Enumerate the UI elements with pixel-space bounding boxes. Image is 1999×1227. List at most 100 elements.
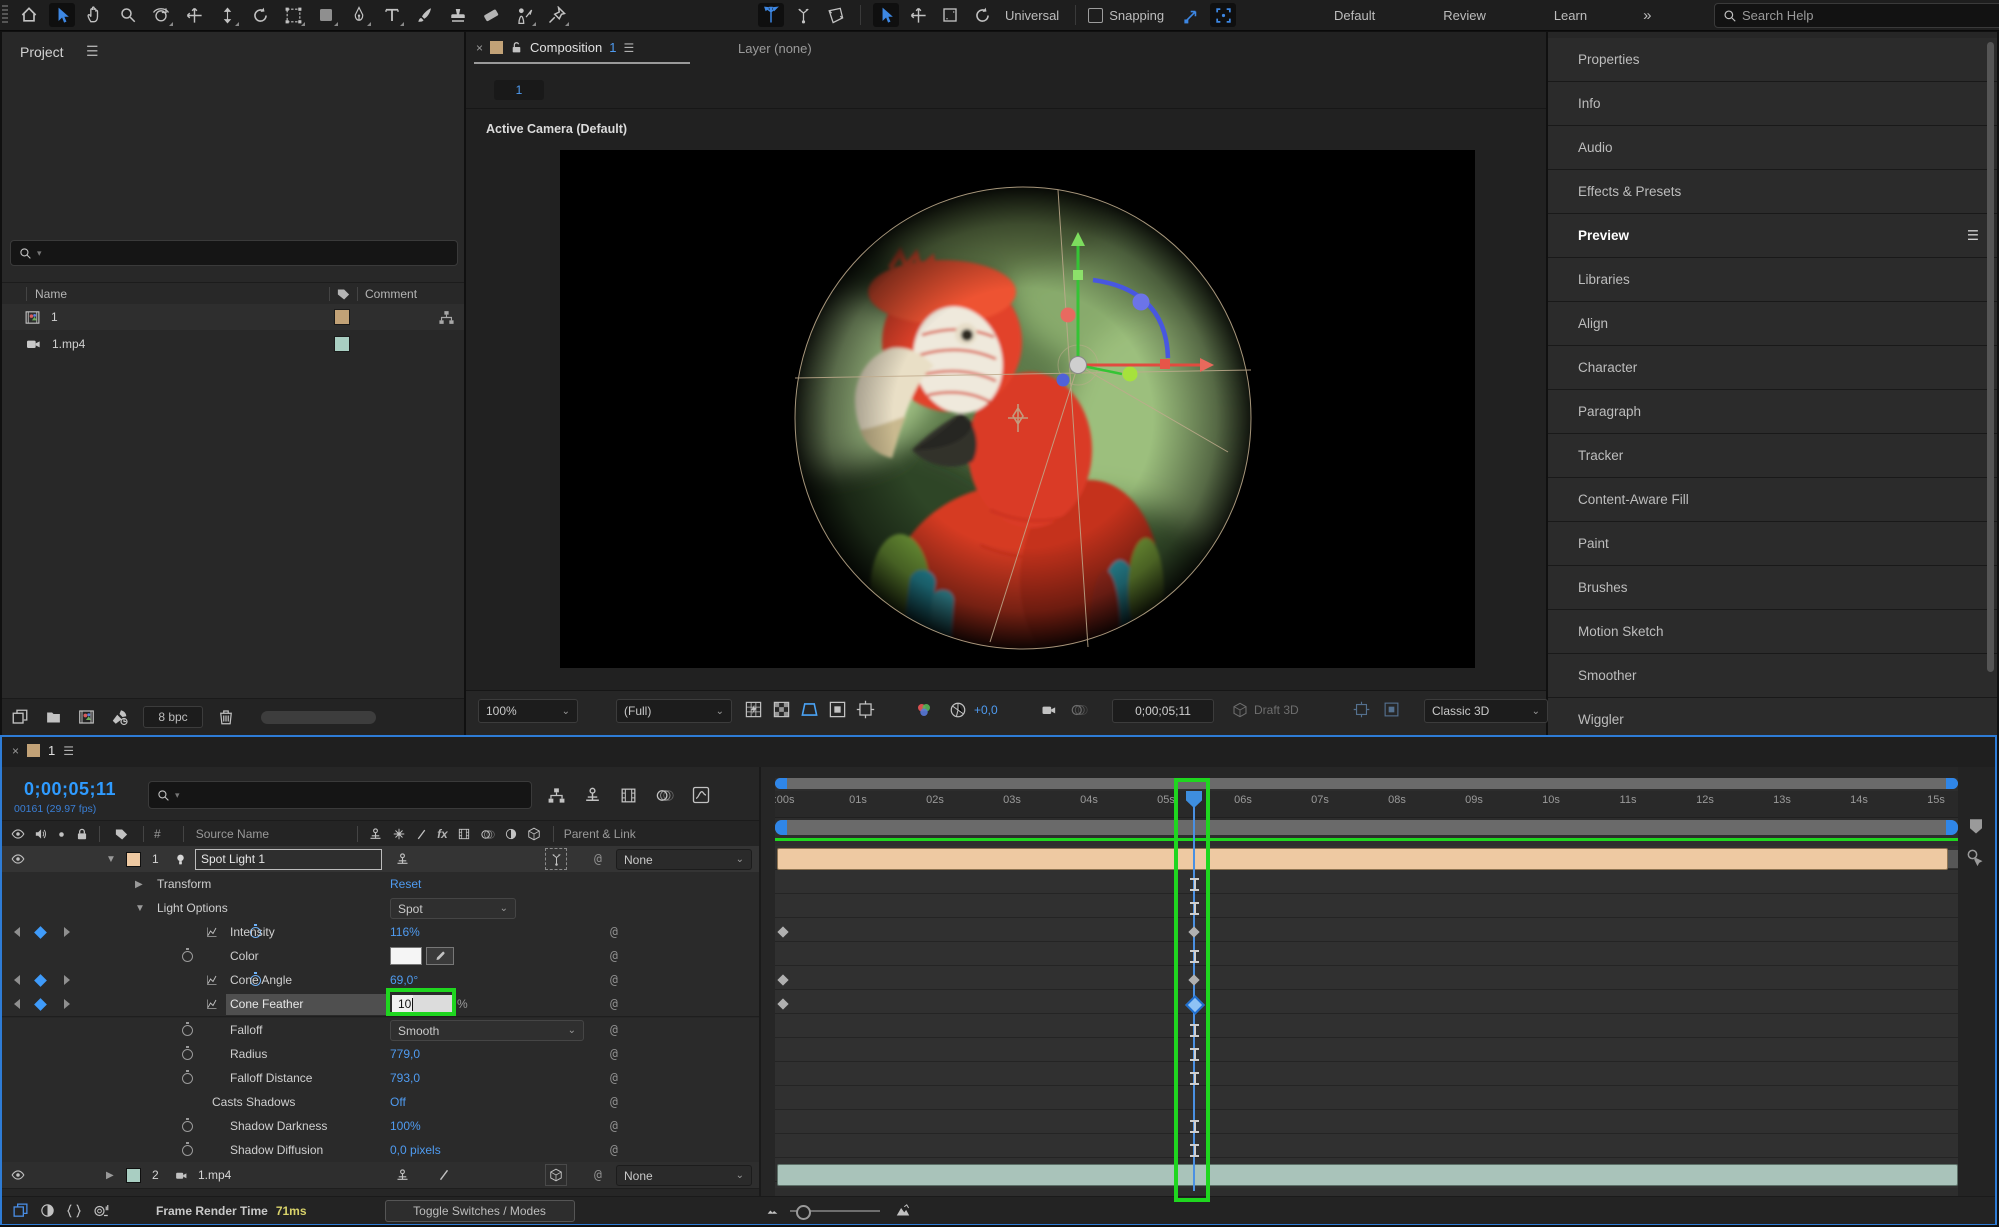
comp-marker-bin-icon[interactable] [1966, 817, 1986, 835]
close-icon[interactable]: × [476, 41, 483, 55]
color-swatch[interactable] [390, 947, 422, 965]
project-search-input[interactable]: ▾ [10, 240, 458, 266]
roto-brush-tool-icon[interactable] [511, 3, 537, 27]
home-icon[interactable] [16, 3, 42, 27]
sidebar-item-character[interactable]: Character [1548, 346, 1997, 390]
sidebar-item-effects-presets[interactable]: Effects & Presets [1548, 170, 1997, 214]
sidebar-item-paragraph[interactable]: Paragraph [1548, 390, 1997, 434]
property-row-transform[interactable]: ▶ Transform Reset [2, 872, 759, 897]
property-pickwhip-icon[interactable]: @ [610, 925, 618, 940]
grid-options-icon[interactable] [744, 700, 763, 719]
navigator-start-handle[interactable] [775, 778, 787, 789]
project-panel-menu-icon[interactable]: ☰ [86, 43, 99, 60]
sidebar-item-align[interactable]: Align [1548, 302, 1997, 346]
label-color-swatch[interactable] [334, 309, 350, 325]
time-ruler[interactable]: 0:00s 01s 02s 03s 04s 05s 06s 07s 08s 09… [775, 791, 1958, 818]
keyframe-toggle-icon[interactable] [34, 974, 47, 987]
transparency-grid-icon[interactable] [772, 700, 791, 719]
property-row-color[interactable]: Color @ [2, 944, 759, 969]
viewer-timecode[interactable]: 0;00;05;11 [1112, 699, 1214, 723]
property-pickwhip-icon[interactable]: @ [610, 1071, 618, 1086]
orbit-camera-tool-icon[interactable] [148, 3, 174, 27]
prev-keyframe-icon[interactable] [14, 999, 20, 1009]
delete-icon[interactable] [217, 708, 235, 726]
layer-name[interactable]: 1.mp4 [198, 1168, 231, 1182]
timeline-graph-area[interactable]: 0:00s 01s 02s 03s 04s 05s 06s 07s 08s 09… [775, 778, 1958, 1196]
sidebar-item-paint[interactable]: Paint [1548, 522, 1997, 566]
composition-viewer[interactable] [560, 150, 1475, 668]
magnification-dropdown[interactable]: 100%⌄ [478, 699, 578, 723]
navigator-end-handle[interactable] [1946, 778, 1958, 789]
next-keyframe-icon[interactable] [64, 999, 70, 1009]
shadow-diffusion-value[interactable]: 0,0 pixels [390, 1143, 441, 1157]
comp-flowchart-icon[interactable] [438, 309, 455, 326]
panel-menu-icon[interactable]: ☰ [63, 744, 74, 758]
sidebar-item-motion-sketch[interactable]: Motion Sketch [1548, 610, 1997, 654]
graph-toggle-icon[interactable] [205, 926, 219, 938]
prev-keyframe-icon[interactable] [14, 927, 20, 937]
collapse-chevron-icon[interactable]: ▶ [135, 879, 143, 890]
next-keyframe-icon[interactable] [64, 927, 70, 937]
collapse-switch-icon[interactable] [392, 827, 406, 841]
property-pickwhip-icon[interactable]: @ [610, 1143, 618, 1158]
lock-column-icon[interactable] [75, 827, 89, 841]
workspace-tab-default[interactable]: Default [1320, 8, 1389, 23]
label-color-swatch[interactable] [334, 336, 350, 352]
clone-stamp-tool-icon[interactable] [445, 3, 471, 27]
hide-shy-layers-icon[interactable] [583, 786, 602, 805]
comp-mini-flowchart-icon[interactable] [547, 786, 566, 805]
video-column-eye-icon[interactable] [10, 827, 26, 841]
label-column-tag-icon[interactable] [114, 827, 129, 842]
parent-link-dropdown[interactable]: None⌄ [616, 849, 752, 870]
project-panel-title[interactable]: Project [20, 44, 64, 60]
parent-link-dropdown[interactable]: None⌄ [616, 1165, 752, 1186]
light-type-dropdown[interactable]: Spot⌄ [390, 898, 516, 919]
graph-toggle-icon[interactable] [205, 974, 219, 986]
column-parent-link[interactable]: Parent & Link [564, 827, 636, 841]
property-pickwhip-icon[interactable]: @ [610, 1047, 618, 1062]
label-column-tag-icon[interactable] [336, 287, 351, 302]
parent-pickwhip-icon[interactable]: @ [594, 852, 602, 867]
position-gizmo-icon[interactable] [905, 3, 931, 27]
keyframe-toggle-icon[interactable] [34, 926, 47, 939]
layer-tab[interactable]: Layer (none) [738, 41, 812, 56]
zoom-slider-thumb[interactable] [796, 1205, 811, 1220]
layer-name-selected[interactable]: Spot Light 1 [195, 849, 382, 870]
show-snapshot-icon[interactable] [1070, 701, 1088, 719]
shy-switch-icon[interactable] [368, 827, 383, 842]
new-composition-icon[interactable] [77, 708, 96, 726]
mask-visibility-icon[interactable] [828, 700, 847, 719]
snapshot-camera-icon[interactable] [1039, 702, 1058, 718]
property-pickwhip-icon[interactable]: @ [610, 949, 618, 964]
property-pickwhip-icon[interactable]: @ [610, 1095, 618, 1110]
property-row-cone-angle[interactable]: Cone Angle 69,0° @ [2, 968, 759, 993]
selection-tool-icon[interactable] [49, 3, 75, 27]
universal-gizmo-select-icon[interactable] [873, 3, 899, 27]
expand-in-out-icon[interactable] [66, 1203, 82, 1219]
stopwatch-icon[interactable] [182, 1121, 193, 1132]
pen-tool-icon[interactable] [346, 3, 372, 27]
expand-layer-switches-icon[interactable] [12, 1202, 29, 1219]
render-engine-icon[interactable] [110, 708, 129, 726]
quality-switch-icon[interactable] [437, 1168, 451, 1182]
snap-guides-icon[interactable] [1178, 3, 1204, 27]
casts-shadows-value[interactable]: Off [390, 1095, 406, 1109]
property-row-cone-feather[interactable]: Cone Feather 10 % @ [2, 992, 759, 1017]
column-hash[interactable]: # [154, 827, 161, 841]
sidebar-item-smoother[interactable]: Smoother [1548, 654, 1997, 698]
layer-visibility-eye-icon[interactable] [10, 1168, 26, 1182]
camera-region-tool-icon[interactable] [280, 3, 306, 27]
radius-value[interactable]: 779,0 [390, 1047, 420, 1061]
stopwatch-icon[interactable] [182, 1073, 193, 1084]
layer-visibility-eye-icon[interactable] [10, 852, 26, 866]
workspace-overflow-chevrons[interactable]: » [1629, 7, 1665, 24]
shy-layer-icon[interactable] [395, 1168, 410, 1183]
split-view-icon[interactable] [1352, 701, 1371, 718]
next-keyframe-icon[interactable] [64, 975, 70, 985]
falloff-dropdown[interactable]: Smooth⌄ [390, 1020, 584, 1041]
property-pickwhip-icon[interactable]: @ [610, 997, 618, 1012]
lock-open-icon[interactable] [510, 41, 523, 54]
property-row-casts-shadows[interactable]: Casts Shadows Off @ [2, 1090, 759, 1115]
local-axis-mode-icon[interactable] [758, 3, 784, 27]
region-of-interest-icon[interactable] [800, 700, 819, 719]
